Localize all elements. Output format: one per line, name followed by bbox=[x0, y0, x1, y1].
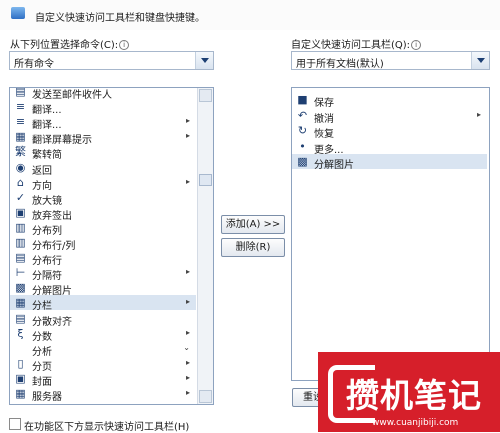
command-icon bbox=[14, 342, 27, 355]
command-icon: ▩ bbox=[15, 281, 26, 295]
command-icon: ▥ bbox=[15, 236, 26, 249]
command-icon: ▯ bbox=[17, 356, 24, 370]
command-icon: ◉ bbox=[15, 160, 26, 174]
submenu-arrow-icon: ▸ bbox=[185, 357, 190, 367]
scroll-down-icon[interactable] bbox=[199, 390, 212, 403]
add-button[interactable]: 添加(A) >> bbox=[221, 215, 285, 234]
command-list-item[interactable]: ▣ 放弃签出 bbox=[10, 205, 196, 222]
command-label: 分解图片 bbox=[314, 160, 354, 171]
toolbar-list-item[interactable]: ▩ 分解图片 bbox=[292, 154, 487, 171]
watermark-url: www.cuanjibiji.com bbox=[372, 418, 459, 428]
quick-access-commands-list[interactable]: ■ 保存 ↶ 撤消 ▸ ↻ 恢复 • 更多... ▩ 分解图片 bbox=[291, 87, 490, 381]
command-list-item[interactable]: ⌂ 方向 ▸ bbox=[10, 175, 196, 192]
command-list-item[interactable]: 繁繁转简 bbox=[10, 144, 196, 161]
submenu-arrow-icon: ▸ bbox=[185, 131, 190, 141]
command-icon: ▤ bbox=[15, 311, 26, 325]
toolbar-scope-value: 用于所有文档(默认) bbox=[296, 59, 384, 70]
available-commands-list[interactable]: ▤ 发送至邮件收件人 ≡ 翻译... ≡ 翻译... ▸ ▦ 翻译屏幕提示 ▸ 繁繁转简 ◉ 返回 ⌂ 方向… bbox=[9, 87, 214, 405]
dialog-header: 自定义快速访问工具栏和键盘快捷键。 bbox=[0, 0, 500, 30]
toolbar-icon bbox=[11, 7, 25, 19]
command-icon: ↶ bbox=[297, 108, 308, 122]
help-icon[interactable]: i bbox=[411, 40, 422, 50]
command-icon: ✓ bbox=[15, 190, 26, 204]
header-text: 自定义快速访问工具栏和键盘快捷键。 bbox=[35, 13, 205, 24]
toolbar-scope-select[interactable]: 用于所有文档(默认) bbox=[291, 51, 490, 70]
submenu-arrow-icon: ▸ bbox=[185, 176, 190, 186]
watermark-banner: 攒机笔记 www.cuanjibiji.com bbox=[318, 352, 500, 432]
command-label: 服务器 bbox=[32, 392, 62, 403]
command-icon: ≡ bbox=[15, 100, 26, 114]
customize-toolbar-label: 自定义快速访问工具栏(Q): i bbox=[291, 36, 422, 51]
command-list-item[interactable]: ▤ 分散对齐 bbox=[10, 311, 196, 328]
submenu-arrow-icon: ▸ bbox=[185, 297, 190, 307]
command-list-item[interactable]: ▩ 分解图片 bbox=[10, 280, 196, 297]
command-list-item[interactable]: ▦ 翻译屏幕提示 ▸ bbox=[10, 129, 196, 146]
command-list-item[interactable]: ▥ 分布列 bbox=[10, 220, 196, 237]
scroll-up-icon[interactable] bbox=[199, 89, 212, 102]
toolbar-list-item[interactable]: ■ 保存 bbox=[292, 92, 487, 109]
command-icon: ▤ bbox=[15, 87, 26, 98]
command-icon: 繁 bbox=[15, 145, 26, 159]
command-icon: ▦ bbox=[15, 387, 26, 400]
command-icon: ▩ bbox=[297, 155, 308, 168]
command-icon: ≡ bbox=[15, 115, 26, 129]
command-icon: ▣ bbox=[15, 371, 26, 385]
command-list-item[interactable]: ≡ 翻译... bbox=[10, 99, 196, 116]
command-list-item[interactable]: ξ 分数 ▸ bbox=[10, 326, 196, 343]
vertical-scrollbar[interactable] bbox=[197, 88, 213, 404]
command-icon: ↻ bbox=[297, 124, 308, 137]
choose-commands-label: 从下列位置选择命令(C): i bbox=[10, 36, 130, 51]
command-icon: ■ bbox=[297, 93, 308, 106]
command-list-item[interactable]: 分析 ⌄ bbox=[10, 341, 196, 358]
command-list-item[interactable]: ▯ 分页 ▸ bbox=[10, 356, 196, 373]
command-icon: ▥ bbox=[15, 220, 26, 234]
command-icon: ▣ bbox=[15, 205, 26, 219]
dropdown-arrow-icon[interactable] bbox=[471, 52, 489, 69]
command-icon: ▦ bbox=[15, 296, 26, 310]
show-below-ribbon-label: 在功能区下方显示快速访问工具栏(H) bbox=[24, 422, 190, 433]
command-list-item[interactable]: ✓ 放大镜 bbox=[10, 190, 196, 207]
command-icon: ⌂ bbox=[17, 175, 24, 189]
command-icon: ▦ bbox=[15, 130, 26, 144]
help-icon[interactable]: i bbox=[119, 40, 130, 50]
toolbar-list-item[interactable]: • 更多... bbox=[292, 139, 487, 156]
command-list-item[interactable]: ▤ 发送至邮件收件人 bbox=[10, 87, 196, 101]
toolbar-list-item[interactable]: ↻ 恢复 bbox=[292, 123, 487, 140]
scroll-thumb[interactable] bbox=[199, 174, 212, 186]
submenu-arrow-icon: ▸ bbox=[185, 372, 190, 382]
show-below-ribbon-checkbox[interactable] bbox=[9, 418, 21, 430]
commands-source-value: 所有命令 bbox=[14, 59, 54, 70]
commands-source-select[interactable]: 所有命令 bbox=[9, 51, 214, 70]
submenu-arrow-icon: ▸ bbox=[185, 116, 190, 126]
command-list-item[interactable]: ▣ 封面 ▸ bbox=[10, 371, 196, 388]
remove-button[interactable]: 删除(R) bbox=[221, 238, 285, 257]
submenu-arrow-icon: ▸ bbox=[476, 109, 481, 119]
command-icon: • bbox=[299, 139, 306, 153]
submenu-arrow-icon: ▸ bbox=[185, 327, 190, 337]
command-icon: ξ bbox=[17, 326, 24, 340]
command-list-item[interactable]: ▤ 分布行 bbox=[10, 250, 196, 267]
submenu-arrow-icon: ▸ bbox=[185, 388, 190, 397]
toolbar-list-item[interactable]: ↶ 撤消 ▸ bbox=[292, 108, 487, 125]
command-list-item[interactable]: ▦ 服务器 ▸ bbox=[10, 386, 196, 403]
command-list-item[interactable]: ◉ 返回 bbox=[10, 160, 196, 177]
command-list-item[interactable]: ▦ 分栏 ▸ bbox=[10, 295, 196, 312]
submenu-arrow-icon: ▸ bbox=[185, 267, 190, 277]
dropdown-arrow-icon[interactable] bbox=[195, 52, 213, 69]
command-list-item[interactable]: ▥ 分布行/列 bbox=[10, 235, 196, 252]
command-list-item[interactable]: ⊢ 分隔符 ▸ bbox=[10, 265, 196, 282]
command-icon: ▤ bbox=[15, 251, 26, 265]
command-icon: ⊢ bbox=[15, 266, 26, 280]
submenu-arrow-icon: ⌄ bbox=[183, 342, 190, 352]
watermark-text: 攒机笔记 bbox=[346, 376, 482, 415]
command-list-item[interactable]: ≡ 翻译... ▸ bbox=[10, 114, 196, 131]
